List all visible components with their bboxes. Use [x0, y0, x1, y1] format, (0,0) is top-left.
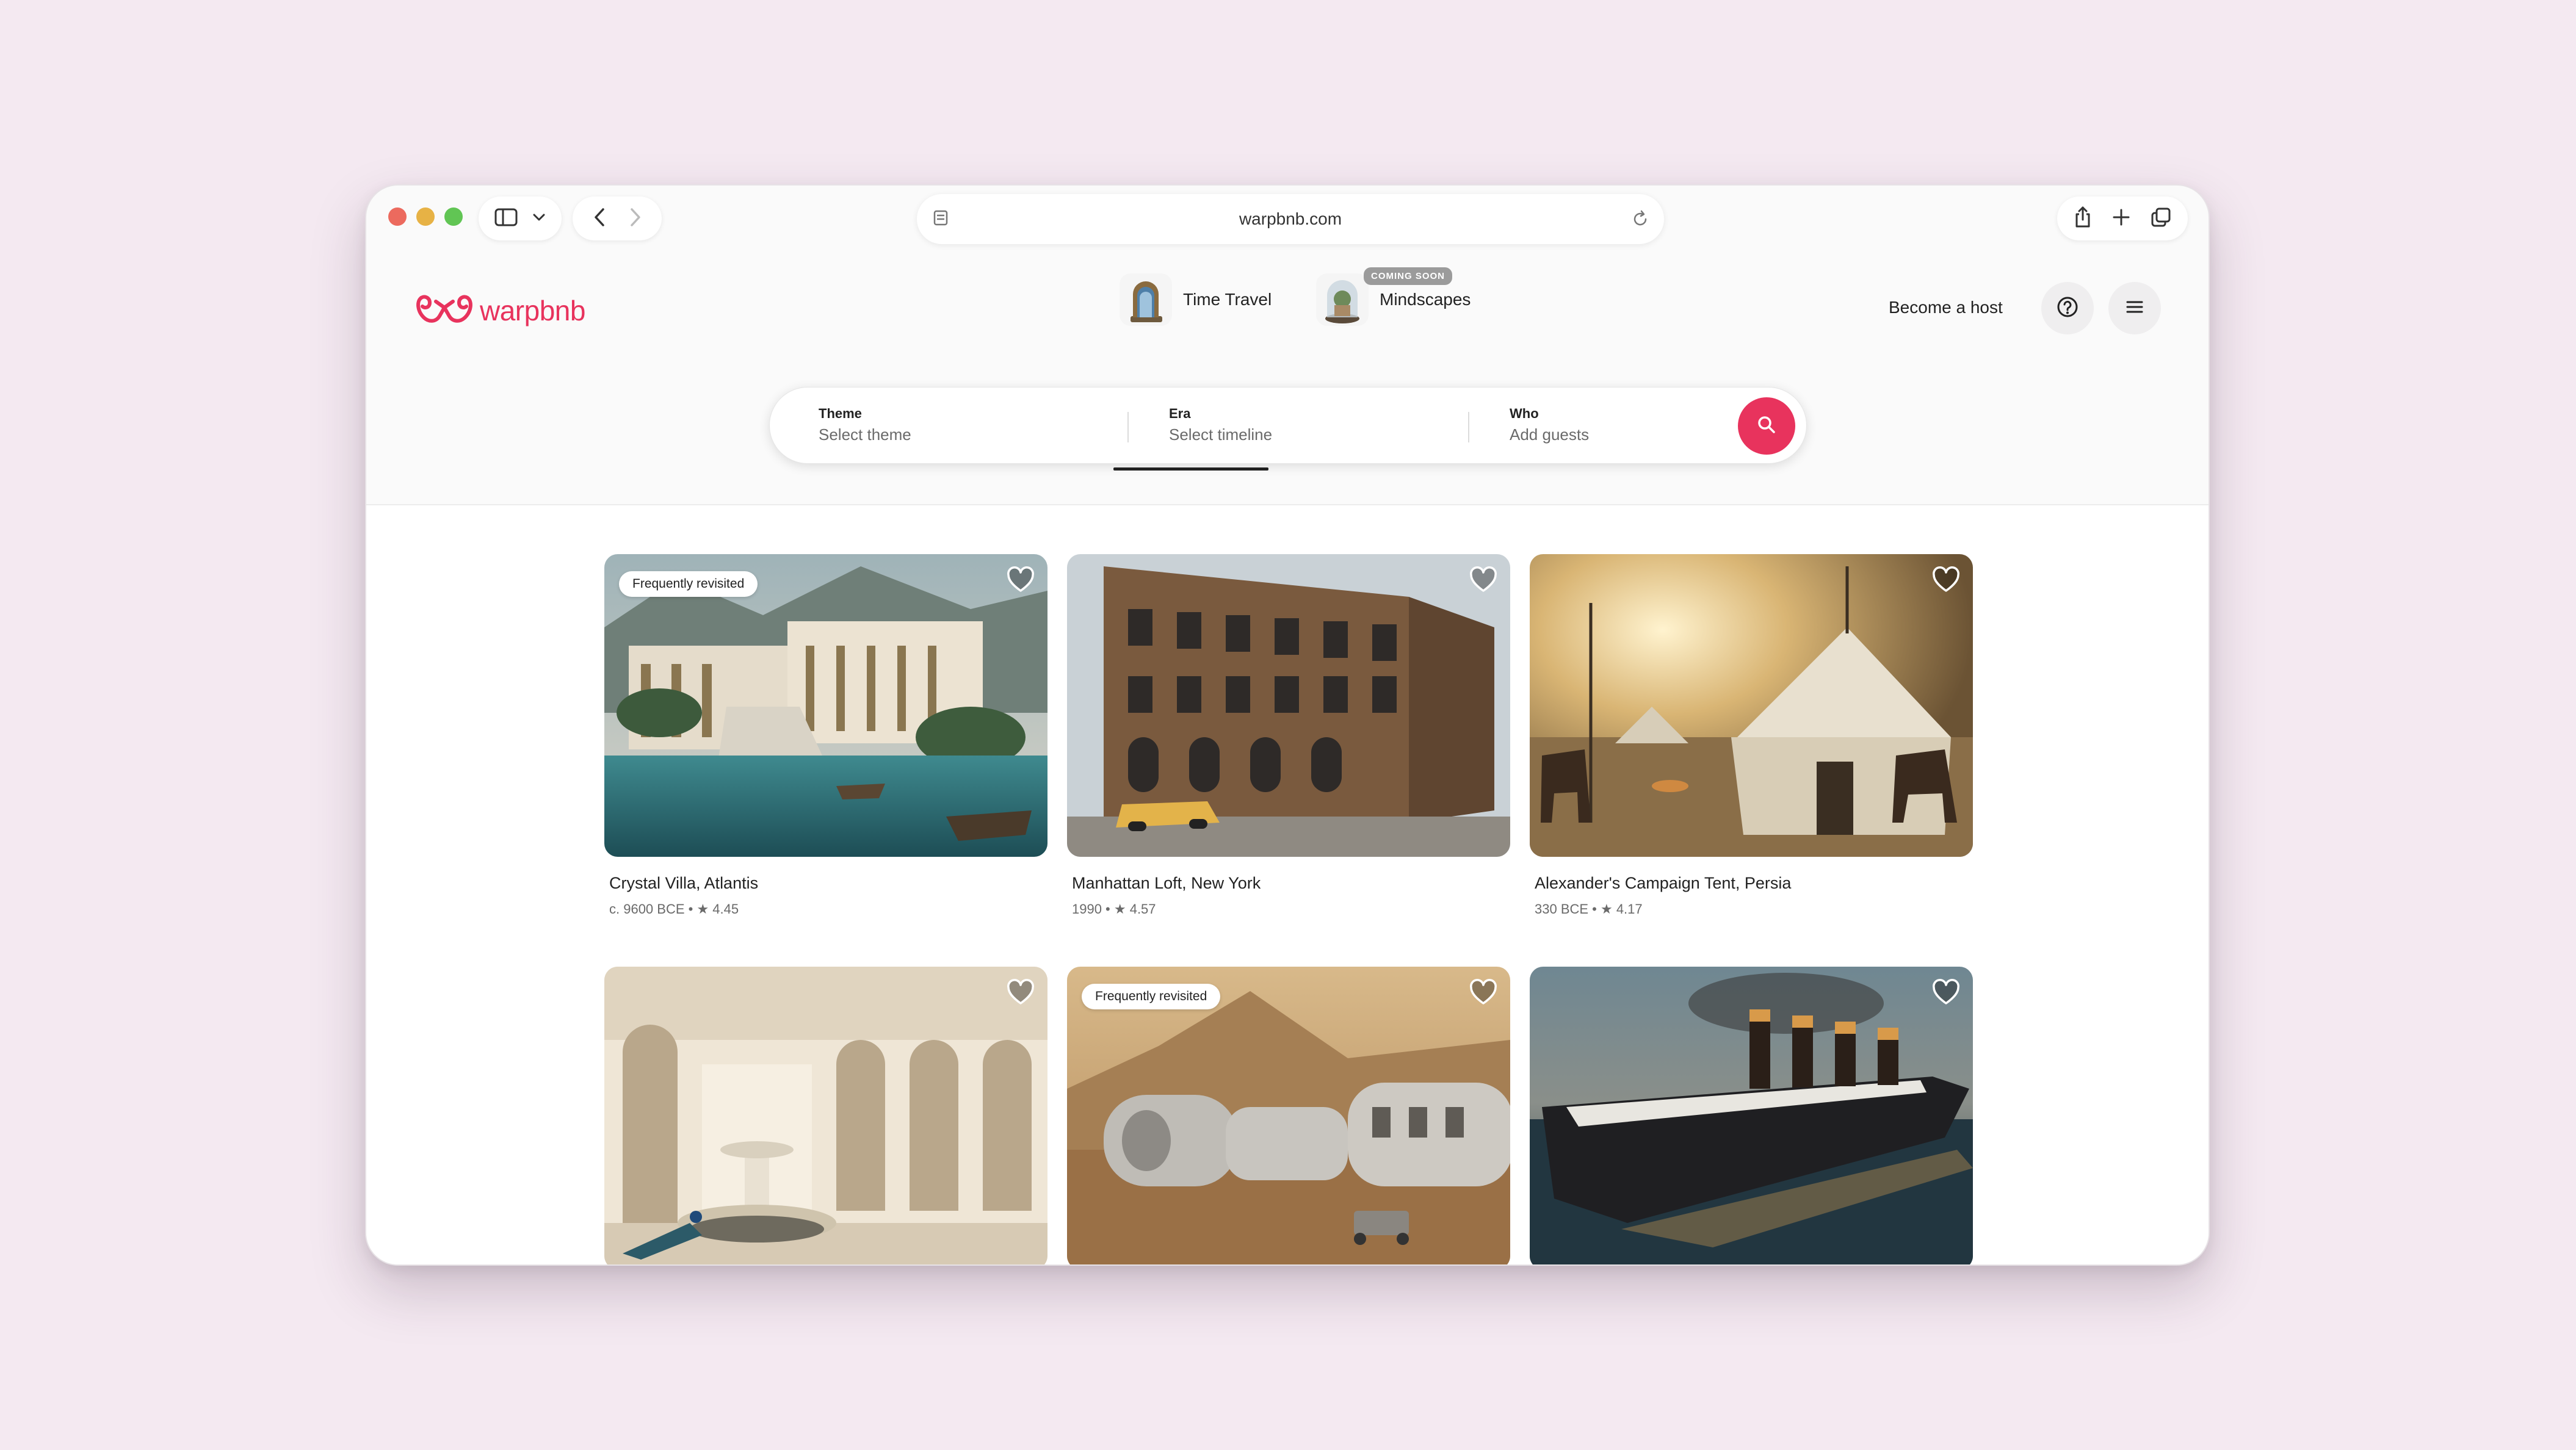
frequently-revisited-badge: Frequently revisited	[1082, 984, 1221, 1009]
sidebar-icon[interactable]	[494, 207, 518, 230]
brand-name: warpbnb	[480, 294, 585, 326]
zoom-window-button[interactable]	[444, 207, 463, 226]
listing-photo[interactable]: Frequently revisited	[1067, 967, 1510, 1264]
listing-title: Alexander's Campaign Tent, Persia	[1535, 874, 1792, 892]
listing-photo[interactable]	[1530, 967, 1973, 1264]
browser-toolbar: warpbnb.com	[366, 186, 2209, 250]
listing-meta: 330 BCE • ★ 4.17	[1535, 901, 1643, 917]
heart-icon[interactable]	[1469, 566, 1498, 593]
close-window-button[interactable]	[388, 207, 407, 226]
guests-field[interactable]: Who Add guests	[1510, 406, 1589, 444]
search-icon	[1756, 414, 1777, 438]
era-placeholder: Select timeline	[1169, 425, 1273, 444]
coming-soon-badge: COMING SOON	[1364, 267, 1453, 285]
listing-card[interactable]: Frequently revisited Crystal Villa, Atla…	[604, 554, 1047, 917]
browser-window: warpbnb.com warpbnb Time Travel Mindscap…	[365, 184, 2210, 1266]
back-arrow-icon[interactable]	[593, 207, 606, 231]
mindscapes-thumbnail	[1316, 273, 1369, 326]
tab-label: Time Travel	[1183, 290, 1272, 309]
forward-arrow-icon[interactable]	[629, 207, 642, 231]
field-divider	[1468, 412, 1469, 442]
site-logo[interactable]: warpbnb	[415, 289, 585, 331]
active-tab-indicator	[1113, 467, 1268, 471]
listing-card[interactable]	[1530, 967, 1973, 1264]
frequently-revisited-badge: Frequently revisited	[619, 571, 758, 597]
tab-time-travel[interactable]: Time Travel	[1120, 273, 1272, 326]
listing-meta: c. 9600 BCE • ★ 4.45	[609, 901, 739, 917]
listing-title: Crystal Villa, Atlantis	[609, 874, 759, 892]
who-placeholder: Add guests	[1510, 425, 1590, 444]
listing-photo[interactable]: Frequently revisited	[604, 554, 1047, 857]
sidebar-toggle-group	[479, 197, 562, 240]
search-bar: Theme Select theme Era Select timeline W…	[769, 387, 1807, 464]
theme-label: Theme	[819, 406, 862, 421]
listing-photo[interactable]	[604, 967, 1047, 1264]
help-button[interactable]	[2041, 282, 2094, 334]
search-button[interactable]	[1738, 397, 1795, 455]
listing-card[interactable]: Alexander's Campaign Tent, Persia 330 BC…	[1530, 554, 1973, 917]
heart-icon[interactable]	[1931, 979, 1961, 1006]
era-field[interactable]: Era Select timeline	[1169, 406, 1272, 444]
heart-icon[interactable]	[1006, 566, 1035, 593]
new-tab-icon[interactable]	[2112, 208, 2130, 229]
menu-button[interactable]	[2108, 282, 2161, 334]
listing-photo[interactable]	[1067, 554, 1510, 857]
listing-card[interactable]	[604, 967, 1047, 1264]
era-label: Era	[1169, 406, 1191, 421]
listing-meta: 1990 • ★ 4.57	[1072, 901, 1156, 917]
heart-icon[interactable]	[1469, 979, 1498, 1006]
chevron-down-icon[interactable]	[532, 212, 546, 225]
history-nav-group	[573, 197, 662, 240]
share-icon[interactable]	[2074, 206, 2092, 232]
listing-photo[interactable]	[1530, 554, 1973, 857]
become-host-link[interactable]: Become a host	[1889, 298, 2003, 317]
who-label: Who	[1510, 406, 1539, 421]
tab-label: Mindscapes	[1380, 290, 1471, 309]
tab-overview-icon[interactable]	[2151, 207, 2171, 231]
url-text[interactable]: warpbnb.com	[917, 194, 1664, 244]
listing-card[interactable]: Frequently revisited	[1067, 967, 1510, 1264]
listing-title: Manhattan Loft, New York	[1072, 874, 1261, 892]
heart-icon[interactable]	[1931, 566, 1961, 593]
field-divider	[1127, 412, 1129, 442]
address-bar[interactable]: warpbnb.com	[917, 194, 1664, 244]
warpbnb-logo-icon	[415, 289, 474, 331]
listing-card[interactable]: Manhattan Loft, New York 1990 • ★ 4.57	[1067, 554, 1510, 917]
browser-actions-group	[2057, 197, 2188, 240]
time-travel-thumbnail	[1120, 273, 1172, 326]
theme-placeholder: Select theme	[819, 425, 911, 444]
question-mark-icon	[2056, 295, 2079, 322]
heart-icon[interactable]	[1006, 979, 1035, 1006]
hamburger-icon	[2125, 298, 2144, 319]
reload-icon[interactable]	[1631, 209, 1649, 232]
minimize-window-button[interactable]	[416, 207, 435, 226]
theme-field[interactable]: Theme Select theme	[819, 406, 911, 444]
